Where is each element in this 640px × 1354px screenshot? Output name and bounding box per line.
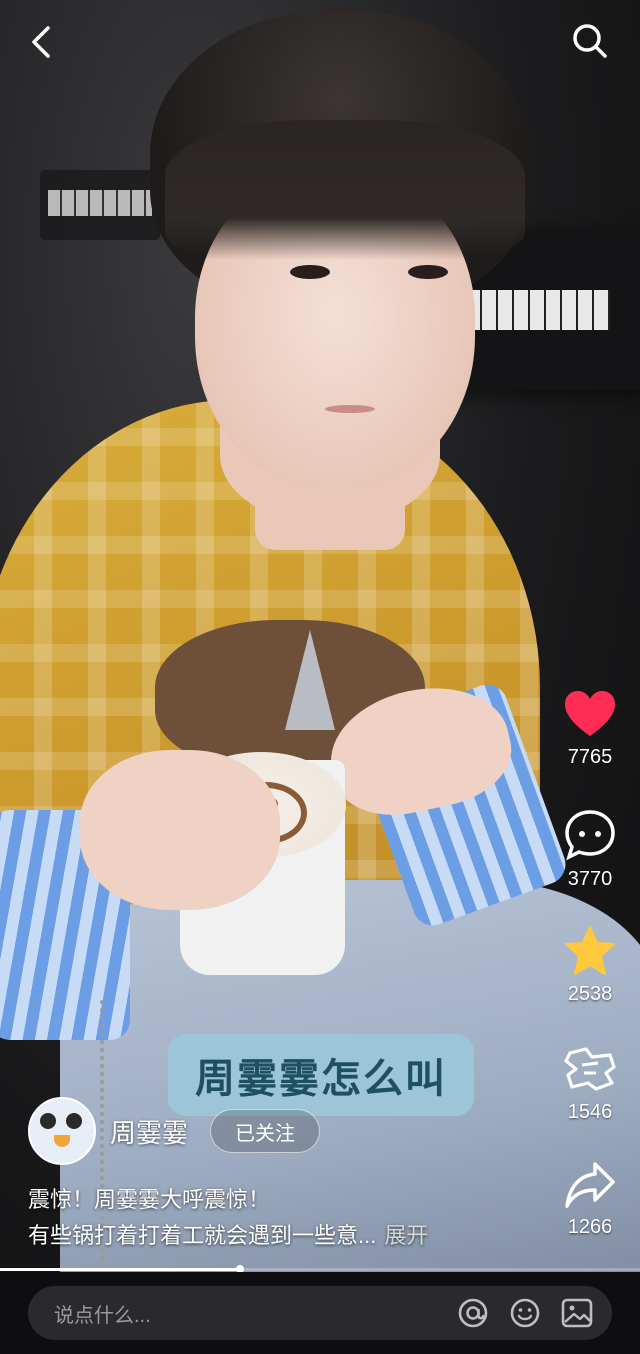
- description-line-2: 有些锅打着打着工就会遇到一些意... 展开: [28, 1218, 548, 1254]
- star-icon: [565, 926, 615, 975]
- back-button[interactable]: [18, 18, 66, 66]
- hand-left: [80, 750, 280, 910]
- expand-link[interactable]: 展开: [384, 1223, 428, 1248]
- image-button[interactable]: [560, 1296, 594, 1330]
- avatar[interactable]: [28, 1097, 96, 1165]
- at-icon: [458, 1298, 488, 1328]
- eye-right: [408, 265, 448, 279]
- author-name[interactable]: 周霎霎: [110, 1113, 188, 1150]
- like-count: 7765: [567, 746, 613, 768]
- video-description: 震惊！周霎霎大呼震惊！ 有些锅打着打着工就会遇到一些意... 展开: [28, 1182, 548, 1254]
- shirt-print-horn: [285, 630, 335, 730]
- description-line-2-text: 有些锅打着打着工就会遇到一些意...: [28, 1223, 377, 1248]
- follow-button-label: 已关注: [235, 1122, 296, 1145]
- share-button[interactable]: 1266: [540, 1160, 640, 1239]
- follow-button[interactable]: 已关注: [210, 1109, 321, 1153]
- author-row: 周霎霎 已关注: [28, 1097, 321, 1165]
- comment-count: 3770: [567, 868, 613, 890]
- search-icon: [573, 24, 607, 58]
- share-count: 1266: [567, 1216, 613, 1238]
- video-progress-fill: [0, 1268, 240, 1271]
- caption-sticker-text: 周霎霎怎么叫: [195, 1056, 447, 1102]
- comment-placeholder: 说点什么...: [54, 1304, 151, 1327]
- search-button[interactable]: [566, 17, 614, 65]
- emoji-button[interactable]: [508, 1296, 542, 1330]
- mouth: [325, 405, 375, 413]
- comment-input[interactable]: 说点什么...: [28, 1286, 612, 1340]
- recommend-button[interactable]: 1546: [540, 1043, 640, 1124]
- like-button[interactable]: 7765: [540, 690, 640, 769]
- favorite-button[interactable]: 2538: [540, 925, 640, 1006]
- comment-icon: [565, 810, 615, 861]
- share-hand-icon: [564, 1047, 616, 1091]
- comment-button[interactable]: 3770: [540, 808, 640, 891]
- video-progress-bar[interactable]: [0, 1265, 640, 1273]
- favorite-count: 2538: [567, 983, 613, 1005]
- forward-icon: [565, 1162, 615, 1208]
- image-icon: [561, 1298, 593, 1328]
- emoji-icon: [510, 1298, 540, 1328]
- bottom-bar: 说点什么...: [0, 1272, 640, 1354]
- chevron-left-icon: [32, 26, 50, 58]
- description-line-1: 震惊！周霎霎大呼震惊！: [28, 1187, 271, 1212]
- bangs: [165, 120, 525, 260]
- heart-icon: [565, 691, 615, 736]
- recommend-count: 1546: [567, 1101, 613, 1123]
- mention-button[interactable]: [456, 1296, 490, 1330]
- eye-left: [290, 265, 330, 279]
- piano-background-left: [40, 170, 160, 240]
- top-bar: [0, 0, 640, 90]
